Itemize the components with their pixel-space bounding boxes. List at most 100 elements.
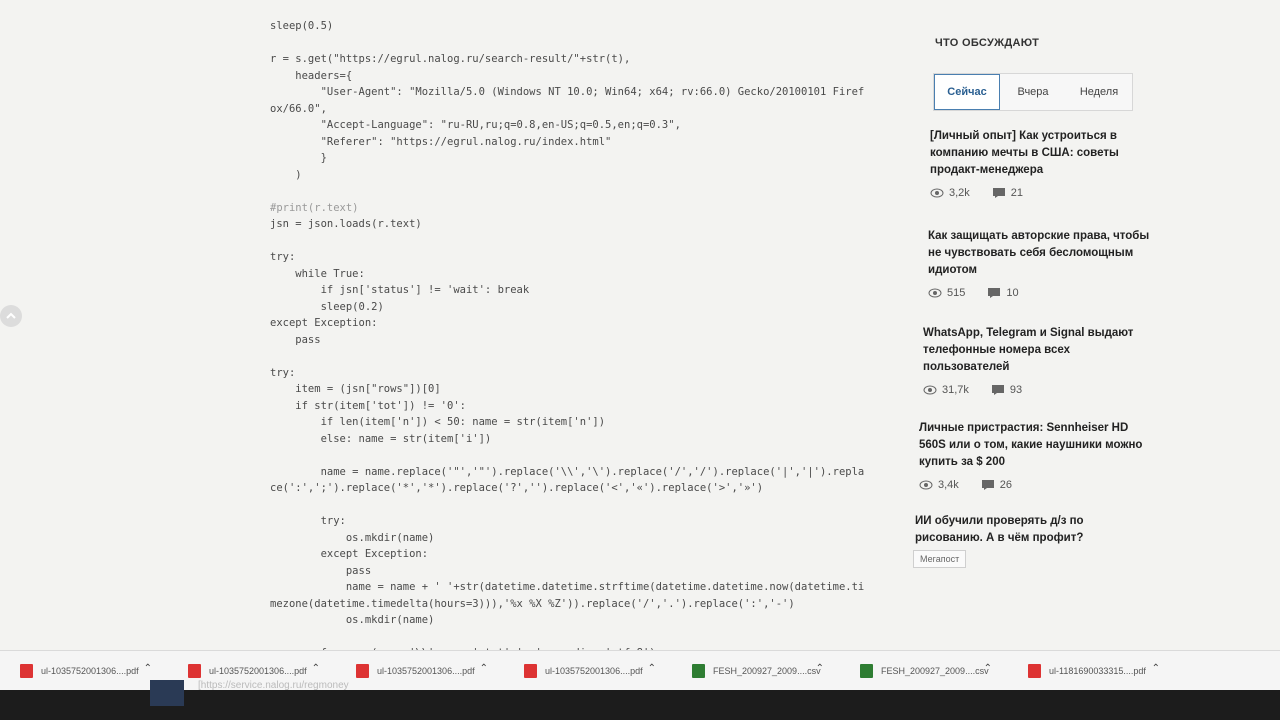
chevron-up-icon[interactable]: ⌃ <box>816 663 824 674</box>
code-line: try: <box>270 515 346 527</box>
post-item[interactable]: ИИ обучили проверять д/з по рисованию. А… <box>915 513 1145 547</box>
code-line: "Referer": "https://egrul.nalog.ru/index… <box>270 135 612 148</box>
pdf-file-icon <box>1028 664 1041 678</box>
code-line: ) <box>270 168 302 181</box>
code-line: if len(item['n']) < 50: name = str(item[… <box>270 416 606 428</box>
tab-now[interactable]: Сейчас <box>934 74 1000 110</box>
pdf-file-icon <box>356 664 369 678</box>
comments-count: 21 <box>1010 187 1024 199</box>
code-line: except Exception: <box>270 317 378 329</box>
download-filename: ul-1035752001306....pdf <box>545 666 643 676</box>
code-line: while True: <box>270 267 365 280</box>
code-line: name = name + ' '+str(datetime.datetime.… <box>270 581 865 593</box>
chevron-up-icon[interactable]: ⌃ <box>312 663 320 674</box>
post-title[interactable]: Личные пристрастия: Sennheiser HD 560S и… <box>919 420 1149 471</box>
code-line: if str(item['tot']) != '0': <box>270 399 466 412</box>
post-title[interactable]: Как защищать авторские права, чтобы не ч… <box>928 228 1158 279</box>
code-line: mezone(datetime.timedelta(hours=3))),'%x… <box>270 597 795 610</box>
megapost-badge[interactable]: Мегапост <box>913 550 967 568</box>
sidebar-title: ЧТО ОБСУЖДАЮТ <box>935 37 1040 49</box>
taskbar-url-text: [https://service.nalog.ru/regmoney <box>198 680 349 691</box>
code-line: sleep(0.2) <box>270 300 384 313</box>
post-title[interactable]: WhatsApp, Telegram и Signal выдают телеф… <box>923 325 1153 376</box>
app-icon[interactable] <box>150 680 184 706</box>
eye-icon <box>928 288 942 298</box>
chevron-up-icon[interactable]: ⌃ <box>984 663 992 674</box>
download-filename: ul-1035752001306....pdf <box>209 666 307 676</box>
post-item[interactable]: WhatsApp, Telegram и Signal выдают телеф… <box>923 325 1153 396</box>
chevron-up-icon[interactable]: ⌃ <box>648 663 656 674</box>
views-count: 3,2k <box>949 187 970 199</box>
code-line: else: name = str(item['i']) <box>270 432 492 445</box>
post-item[interactable]: [Личный опыт] Как устроиться в компанию … <box>930 128 1160 199</box>
download-item[interactable]: ul-1181690033315....pdf ⌃ <box>1008 655 1176 687</box>
download-filename: FESH_200927_2009....csv <box>713 666 821 676</box>
code-line: ce(':',';').replace('*','*').replace('?'… <box>270 482 764 494</box>
code-line: "Accept-Language": "ru-RU,ru;q=0.8,en-US… <box>270 119 681 131</box>
code-line: try: <box>270 251 296 263</box>
pdf-file-icon <box>188 664 201 678</box>
code-line: #print(r.text) <box>270 201 359 214</box>
eye-icon <box>923 385 937 395</box>
code-block: sleep(0.5) r = s.get("https://egrul.nalog… <box>270 18 890 676</box>
chevron-up-icon[interactable]: ⌃ <box>480 663 488 674</box>
post-meta: 31,7k 93 <box>923 384 1153 396</box>
chevron-up-icon[interactable]: ⌃ <box>144 663 152 674</box>
views-count: 515 <box>947 287 966 299</box>
download-item[interactable]: ul-1035752001306....pdf ⌃ <box>0 655 168 687</box>
code-line: os.mkdir(name) <box>270 614 435 626</box>
comment-icon <box>981 480 994 490</box>
download-filename: ul-1035752001306....pdf <box>377 666 475 676</box>
tab-week[interactable]: Неделя <box>1066 74 1132 110</box>
comment-icon <box>988 288 1001 298</box>
csv-file-icon <box>692 664 705 678</box>
eye-icon <box>919 480 933 490</box>
post-title[interactable]: ИИ обучили проверять д/з по рисованию. А… <box>915 513 1145 547</box>
comment-icon <box>992 188 1005 198</box>
download-item[interactable]: ul-1035752001306....pdf ⌃ <box>336 655 504 687</box>
code-line: os.mkdir(name) <box>270 531 435 544</box>
download-filename: ul-1035752001306....pdf <box>41 666 139 676</box>
code-line: try: <box>270 366 296 379</box>
code-line: item = (jsn["rows"])[0] <box>270 383 441 395</box>
download-filename: FESH_200927_2009....csv <box>881 666 989 676</box>
post-item[interactable]: Личные пристрастия: Sennheiser HD 560S и… <box>919 420 1149 491</box>
views-count: 31,7k <box>942 384 969 396</box>
code-line: headers={ <box>270 69 353 82</box>
page: sleep(0.5) r = s.get("https://egrul.nalog… <box>0 0 1280 676</box>
scroll-up-button[interactable] <box>0 305 22 327</box>
pdf-file-icon <box>20 664 33 678</box>
post-meta: 515 10 <box>928 287 1158 299</box>
chevron-up-icon[interactable]: ⌃ <box>1152 663 1160 674</box>
code-line: name = name.replace('"','"').replace('\\… <box>270 465 865 478</box>
code-line: ox/66.0", <box>270 102 327 115</box>
download-item[interactable]: FESH_200927_2009....csv ⌃ <box>840 655 1008 687</box>
downloads-bar: ul-1035752001306....pdf ⌃ ul-1035752001306… <box>0 650 1280 691</box>
post-item[interactable]: Как защищать авторские права, чтобы не ч… <box>928 228 1158 299</box>
code-line: if jsn['status'] != 'wait': break <box>270 284 530 296</box>
code-line: jsn = json.loads(r.text) <box>270 218 422 230</box>
pdf-file-icon <box>524 664 537 678</box>
views-count: 3,4k <box>938 479 959 491</box>
post-meta: 3,2k 21 <box>930 187 1160 199</box>
tab-yesterday[interactable]: Вчера <box>1000 74 1066 110</box>
comments-count: 26 <box>999 479 1013 491</box>
code-line: sleep(0.5) <box>270 20 334 32</box>
code-line: except Exception: <box>270 548 429 560</box>
code-line: pass <box>270 333 321 346</box>
download-item[interactable]: FESH_200927_2009....csv ⌃ <box>672 655 840 687</box>
code-line: "User-Agent": "Mozilla/5.0 (Windows NT 1… <box>270 86 865 98</box>
download-filename: ul-1181690033315....pdf <box>1049 666 1146 676</box>
post-title[interactable]: [Личный опыт] Как устроиться в компанию … <box>930 128 1160 179</box>
code-line: } <box>270 152 327 164</box>
download-item[interactable]: ul-1035752001306....pdf ⌃ <box>504 655 672 687</box>
taskbar <box>0 690 1280 720</box>
sidebar: ЧТО ОБСУЖДАЮТ Сейчас Вчера Неделя [Личны… <box>905 0 1165 650</box>
code-line: r = s.get("https://egrul.nalog.ru/search… <box>270 53 631 65</box>
